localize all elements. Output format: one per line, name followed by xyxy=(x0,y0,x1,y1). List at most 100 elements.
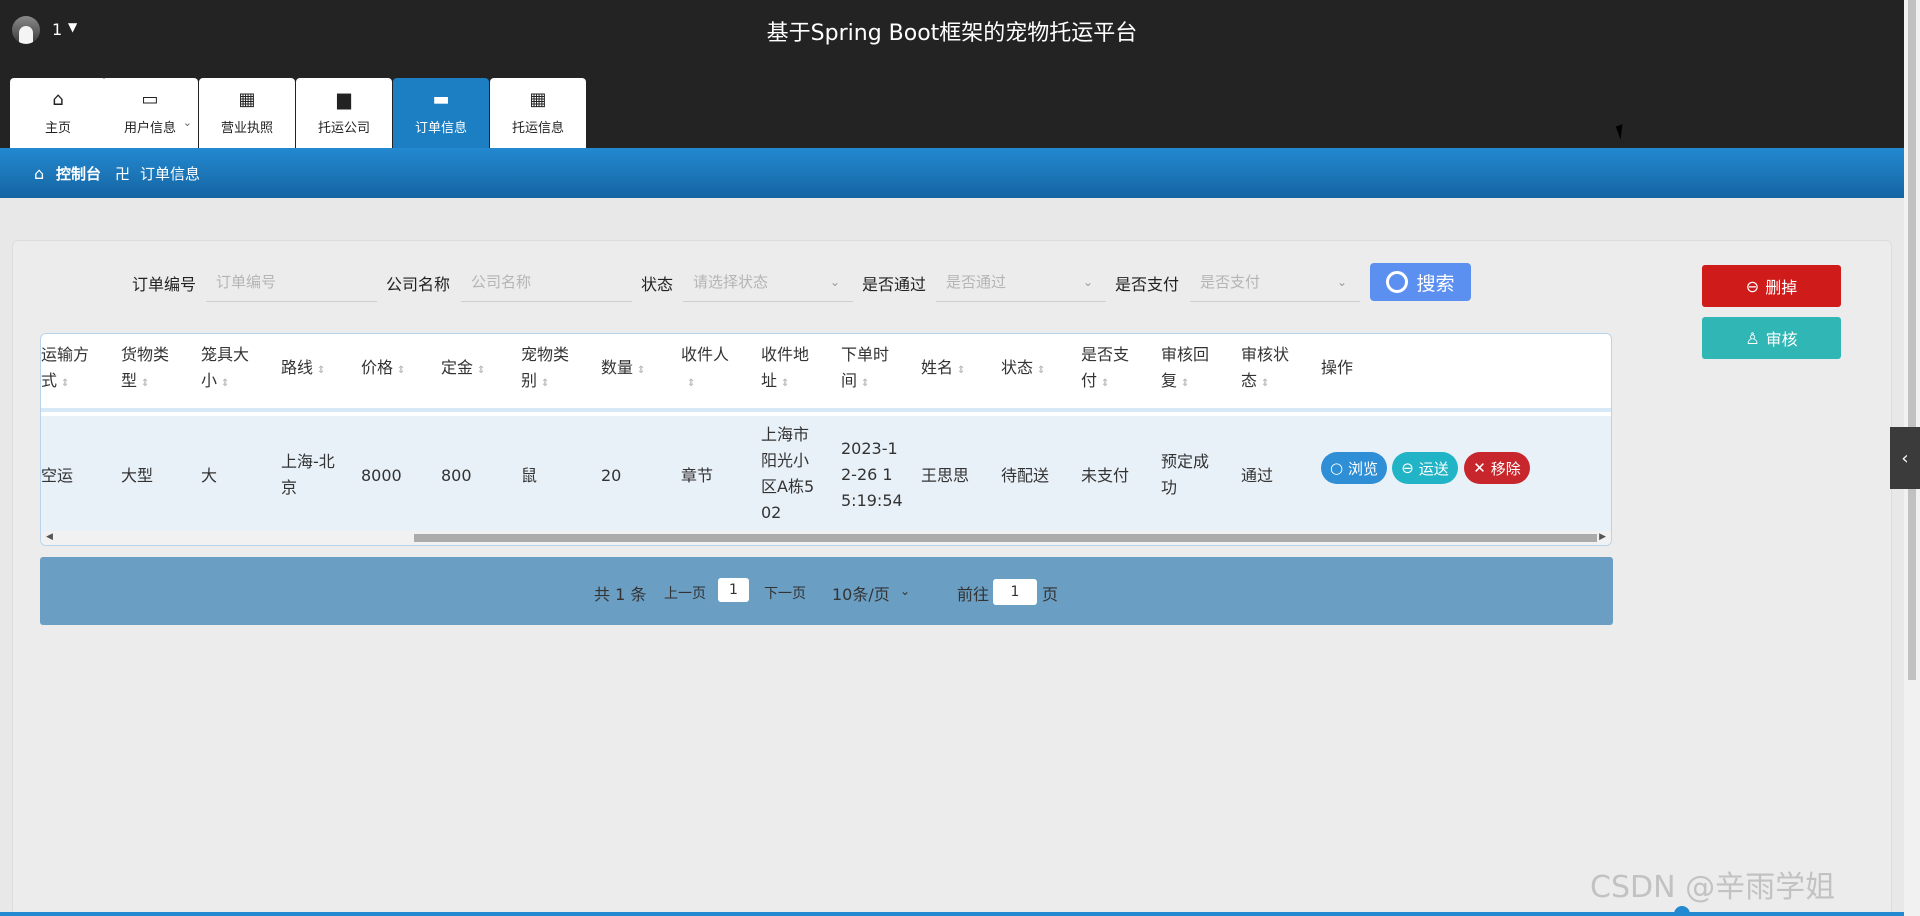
sort-icon: ⇕ xyxy=(141,378,150,389)
passed-select[interactable] xyxy=(936,262,1106,302)
home-icon: ⌂ xyxy=(52,88,64,110)
tab-label: 订单信息 xyxy=(414,120,467,136)
breadcrumb-home[interactable]: 控制台 xyxy=(56,163,101,184)
bottom-accent-line xyxy=(0,912,1904,916)
page-unit-label: 页 xyxy=(1042,585,1059,604)
search-button[interactable]: 搜索 xyxy=(1370,263,1471,301)
horizontal-scrollbar[interactable]: ◀ ▶ xyxy=(41,531,1611,545)
cell-pet-type: 鼠 xyxy=(521,466,538,485)
remove-button[interactable]: ✕ 移除 xyxy=(1464,452,1530,484)
sort-icon: ⇕ xyxy=(781,378,790,389)
column-header[interactable]: 审核状态 ⇕ xyxy=(1241,342,1305,397)
column-header[interactable]: 收件地址 ⇕ xyxy=(761,342,825,397)
audit-button[interactable]: ♙ 审核 xyxy=(1702,317,1841,359)
paid-select[interactable] xyxy=(1190,262,1360,302)
cell-cargo-type: 大型 xyxy=(121,466,154,485)
cell-address: 上海市 阳光小 区A栋5 02 xyxy=(761,425,815,522)
next-page-button[interactable]: 下一页 xyxy=(764,583,806,603)
sort-icon: ⇕ xyxy=(61,378,70,389)
sort-icon: ⇕ xyxy=(317,365,326,376)
column-header[interactable]: 状态 ⇕ xyxy=(1001,355,1065,384)
sort-icon: ⇕ xyxy=(541,378,550,389)
search-icon xyxy=(1386,271,1409,293)
tab-home[interactable]: ⌂ 主页 xyxy=(10,78,106,148)
scrollbar-thumb[interactable] xyxy=(414,534,1597,542)
column-header[interactable]: 数量 ⇕ xyxy=(601,355,665,384)
tab-shipping-info[interactable]: ▦ 托运信息 xyxy=(490,78,586,148)
column-header[interactable]: 路线 ⇕ xyxy=(281,355,345,384)
cell-quantity: 20 xyxy=(601,466,622,485)
cell-order-time: 2023-1 2-26 1 5:19:54 xyxy=(841,439,903,510)
column-header[interactable]: 审核回复 ⇕ xyxy=(1161,342,1225,397)
column-header[interactable]: 运输方式 ⇕ xyxy=(41,342,105,397)
scroll-right-icon[interactable]: ▶ xyxy=(1599,532,1606,542)
order-no-input[interactable] xyxy=(206,262,377,302)
column-header[interactable]: 货物类型 ⇕ xyxy=(121,342,185,397)
paid-label: 是否支付 xyxy=(1115,275,1180,294)
column-header[interactable]: 收件人 ⇕ xyxy=(681,342,745,397)
sort-icon: ⇕ xyxy=(477,365,486,376)
minus-circle-icon: ⊖ xyxy=(1745,276,1760,296)
cell-paid: 未支付 xyxy=(1081,466,1130,485)
column-header[interactable]: 下单时间 ⇕ xyxy=(841,342,905,397)
tab-shipping-company[interactable]: ▆ 托运公司 xyxy=(296,78,392,148)
tab-order-info[interactable]: ▬ 订单信息 xyxy=(393,78,489,148)
sort-icon: ⇕ xyxy=(397,365,406,376)
column-header: 操作 xyxy=(1321,358,1354,377)
breadcrumb-current: 订单信息 xyxy=(140,165,201,183)
scrollbar-thumb[interactable] xyxy=(1908,0,1916,680)
tab-user-info[interactable]: ▭ 用户信息 ⌄ xyxy=(102,78,198,148)
cell-name: 王思思 xyxy=(921,466,970,485)
order-table: 运输方式 ⇕ 货物类型 ⇕ 笼具大小 ⇕ 路线 ⇕ 价格 ⇕ 定金 ⇕ 宠物类别 ⇕ 数量 ⇕ … xyxy=(40,333,1612,546)
sort-icon: ⇕ xyxy=(687,378,696,389)
grid-icon: ▦ xyxy=(529,88,547,110)
chevron-down-icon: ⌄ xyxy=(1083,275,1094,289)
tab-label: 托运信息 xyxy=(511,120,564,136)
cell-recipient: 章节 xyxy=(681,466,714,485)
chevron-left-icon[interactable]: ‹ xyxy=(1890,427,1920,489)
wallet-icon: ▭ xyxy=(141,88,159,110)
status-label: 状态 xyxy=(641,275,674,294)
tab-label: 主页 xyxy=(44,120,71,136)
tab-label: 托运公司 xyxy=(317,120,370,136)
sort-icon: ⇕ xyxy=(1181,378,1190,389)
user-icon: ♙ xyxy=(1745,328,1760,348)
status-select[interactable] xyxy=(683,262,853,302)
sort-icon: ⇕ xyxy=(861,378,870,389)
sort-icon: ⇕ xyxy=(1261,378,1270,389)
total-count: 共 1 条 xyxy=(594,585,647,604)
sort-icon: ⇕ xyxy=(637,365,646,376)
breadcrumb-separator: 卍 xyxy=(115,165,131,183)
cell-transport: 空运 xyxy=(41,466,74,485)
goto-page-input[interactable]: 1 xyxy=(993,579,1037,605)
tab-business-license[interactable]: ▦ 营业执照 xyxy=(199,78,295,148)
delete-button-label: 删掉 xyxy=(1765,278,1798,297)
company-label: 公司名称 xyxy=(386,275,451,294)
watermark: CSDN @辛雨学姐 xyxy=(1590,870,1836,905)
prev-page-button[interactable]: 上一页 xyxy=(664,583,706,603)
column-header[interactable]: 姓名 ⇕ xyxy=(921,355,985,384)
table-header: 运输方式 ⇕ 货物类型 ⇕ 笼具大小 ⇕ 路线 ⇕ 价格 ⇕ 定金 ⇕ 宠物类别 ⇕ 数量 ⇕ … xyxy=(41,334,1611,412)
bottom-handle xyxy=(1674,906,1690,916)
chat-icon: ▬ xyxy=(432,88,450,110)
column-header[interactable]: 是否支付 ⇕ xyxy=(1081,342,1145,397)
view-button[interactable]: ○ 浏览 xyxy=(1321,452,1387,484)
current-page[interactable]: 1 xyxy=(718,578,749,602)
tab-label: 用户信息 xyxy=(123,120,176,136)
passed-label: 是否通过 xyxy=(862,275,927,294)
scroll-left-icon[interactable]: ◀ xyxy=(46,532,53,542)
chevron-down-icon: ⌄ xyxy=(900,584,911,598)
column-header[interactable]: 宠物类别 ⇕ xyxy=(521,342,585,397)
column-header[interactable]: 笼具大小 ⇕ xyxy=(201,342,265,397)
ship-button[interactable]: ⊖ 运送 xyxy=(1392,452,1458,484)
delete-button[interactable]: ⊖ 删掉 xyxy=(1702,265,1841,307)
cell-price: 8000 xyxy=(361,466,402,485)
cell-cage-size: 大 xyxy=(201,466,218,485)
grid-icon: ▦ xyxy=(238,88,256,110)
page-size-select[interactable]: 10条/页 xyxy=(832,581,890,605)
company-input[interactable] xyxy=(461,262,632,302)
column-header[interactable]: 价格 ⇕ xyxy=(361,355,425,384)
chevron-down-icon: ⌄ xyxy=(1337,275,1348,289)
cell-audit-reply: 预定成功 xyxy=(1161,452,1210,497)
column-header[interactable]: 定金 ⇕ xyxy=(441,355,505,384)
